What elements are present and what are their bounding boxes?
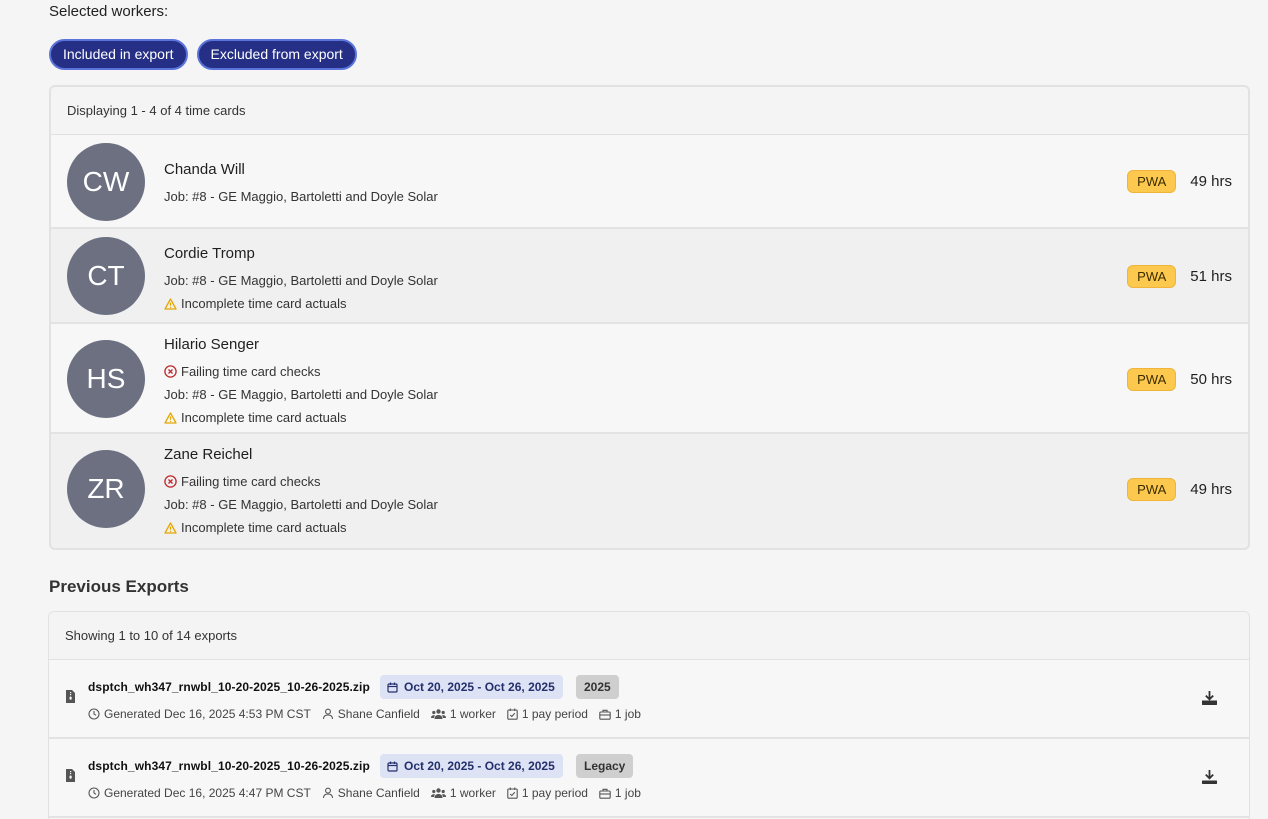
avatar: HS <box>67 340 145 418</box>
users-icon <box>430 709 446 719</box>
export-filter-pills: Included in export Excluded from export <box>49 39 357 70</box>
calendar-icon <box>387 682 398 693</box>
worker-name: Cordie Tromp <box>164 245 255 262</box>
avatar: CT <box>67 237 145 315</box>
incomplete-actuals-warning: Incomplete time card actuals <box>164 516 438 539</box>
failing-checks-error: Failing time card checks <box>164 360 438 383</box>
pwa-badge: PWA <box>1127 265 1177 288</box>
previous-exports-title: Previous Exports <box>49 577 189 596</box>
included-in-export-button[interactable]: Included in export <box>49 39 188 70</box>
incomplete-actuals-text: Incomplete time card actuals <box>181 519 347 535</box>
download-icon[interactable] <box>1201 690 1218 706</box>
generated-by-user: Shane Canfield <box>337 786 420 800</box>
time-cards-panel: Displaying 1 - 4 of 4 time cards CW Chan… <box>49 85 1250 550</box>
incomplete-actuals-text: Incomplete time card actuals <box>181 409 347 425</box>
job-label: Job: #8 - GE Maggio, Bartoletti and Doyl… <box>164 188 438 204</box>
clock-icon <box>88 787 100 799</box>
job-label: Job: #8 - GE Maggio, Bartoletti and Doyl… <box>164 272 438 288</box>
pwa-badge: PWA <box>1127 368 1177 391</box>
hours-total: 49 hrs <box>1190 173 1232 190</box>
export-tag: Legacy <box>576 754 634 778</box>
hours-total: 50 hrs <box>1190 371 1232 388</box>
warning-icon <box>164 521 177 534</box>
calendar-icon <box>387 761 398 772</box>
date-range-text: Oct 20, 2025 - Oct 26, 2025 <box>404 680 555 694</box>
pwa-badge: PWA <box>1127 170 1177 193</box>
worker-count: 1 worker <box>449 786 496 800</box>
failing-checks-text: Failing time card checks <box>181 473 321 489</box>
worker-count: 1 worker <box>449 707 496 721</box>
incomplete-actuals-warning: Incomplete time card actuals <box>164 292 438 315</box>
generated-text: Generated Dec 16, 2025 4:53 PM CST <box>104 707 311 721</box>
time-cards-summary: Displaying 1 - 4 of 4 time cards <box>51 87 1248 135</box>
export-meta: Generated Dec 16, 2025 4:53 PM CST Shane… <box>88 707 652 721</box>
generated-text: Generated Dec 16, 2025 4:47 PM CST <box>104 786 311 800</box>
calendar-check-icon <box>507 708 518 720</box>
avatar: ZR <box>67 450 145 528</box>
time-card-row[interactable]: CW Chanda Will Job: #8 - GE Maggio, Bart… <box>51 135 1248 229</box>
date-range-chip: Oct 20, 2025 - Oct 26, 2025 <box>380 754 563 778</box>
export-row[interactable]: dsptch_wh347_rnwbl_10-20-2025_10-26-2025… <box>49 660 1249 739</box>
zip-file-icon <box>66 769 75 782</box>
worker-name: Zane Reichel <box>164 446 253 463</box>
time-card-row[interactable]: CT Cordie Tromp Job: #8 - GE Maggio, Bar… <box>51 229 1248 324</box>
date-range-text: Oct 20, 2025 - Oct 26, 2025 <box>404 759 555 773</box>
export-row[interactable]: dsptch_wh347_rnwbl_10-20-2025_10-26-2025… <box>49 739 1249 818</box>
pay-period-count: 1 pay period <box>521 707 588 721</box>
warning-icon <box>164 411 177 424</box>
incomplete-actuals-warning: Incomplete time card actuals <box>164 406 438 429</box>
job-count: 1 job <box>614 786 641 800</box>
briefcase-icon <box>599 709 611 720</box>
users-icon <box>430 788 446 798</box>
job-label: Job: #8 - GE Maggio, Bartoletti and Doyl… <box>164 386 438 402</box>
download-icon[interactable] <box>1201 769 1218 785</box>
time-card-row[interactable]: ZR Zane Reichel Failing time card checks… <box>51 434 1248 544</box>
error-circle-icon <box>164 365 177 378</box>
error-circle-icon <box>164 475 177 488</box>
pwa-badge: PWA <box>1127 478 1177 501</box>
worker-name: Hilario Senger <box>164 336 260 353</box>
hours-total: 49 hrs <box>1190 481 1232 498</box>
clock-icon <box>88 708 100 720</box>
job-count: 1 job <box>614 707 641 721</box>
previous-exports-panel: Showing 1 to 10 of 14 exports dsptch_wh3… <box>48 611 1250 819</box>
date-range-chip: Oct 20, 2025 - Oct 26, 2025 <box>380 675 563 699</box>
export-tag: 2025 <box>576 675 619 699</box>
export-filename[interactable]: dsptch_wh347_rnwbl_10-20-2025_10-26-2025… <box>88 759 370 773</box>
job-label: Job: #8 - GE Maggio, Bartoletti and Doyl… <box>164 496 438 512</box>
exports-summary: Showing 1 to 10 of 14 exports <box>49 612 1249 660</box>
warning-icon <box>164 297 177 310</box>
zip-file-icon <box>66 690 75 703</box>
pay-period-count: 1 pay period <box>521 786 588 800</box>
excluded-from-export-button[interactable]: Excluded from export <box>196 39 357 70</box>
briefcase-icon <box>599 788 611 799</box>
failing-checks-text: Failing time card checks <box>181 363 321 379</box>
failing-checks-error: Failing time card checks <box>164 470 438 493</box>
time-card-row[interactable]: HS Hilario Senger Failing time card chec… <box>51 324 1248 434</box>
worker-name: Chanda Will <box>164 161 245 178</box>
incomplete-actuals-text: Incomplete time card actuals <box>181 295 347 311</box>
generated-by-user: Shane Canfield <box>337 707 420 721</box>
selected-workers-title: Selected workers: <box>49 3 169 20</box>
export-filename[interactable]: dsptch_wh347_rnwbl_10-20-2025_10-26-2025… <box>88 680 370 694</box>
user-icon <box>322 787 333 799</box>
user-icon <box>322 708 333 720</box>
hours-total: 51 hrs <box>1190 268 1232 285</box>
avatar: CW <box>67 143 145 221</box>
calendar-check-icon <box>507 787 518 799</box>
export-meta: Generated Dec 16, 2025 4:47 PM CST Shane… <box>88 786 652 800</box>
